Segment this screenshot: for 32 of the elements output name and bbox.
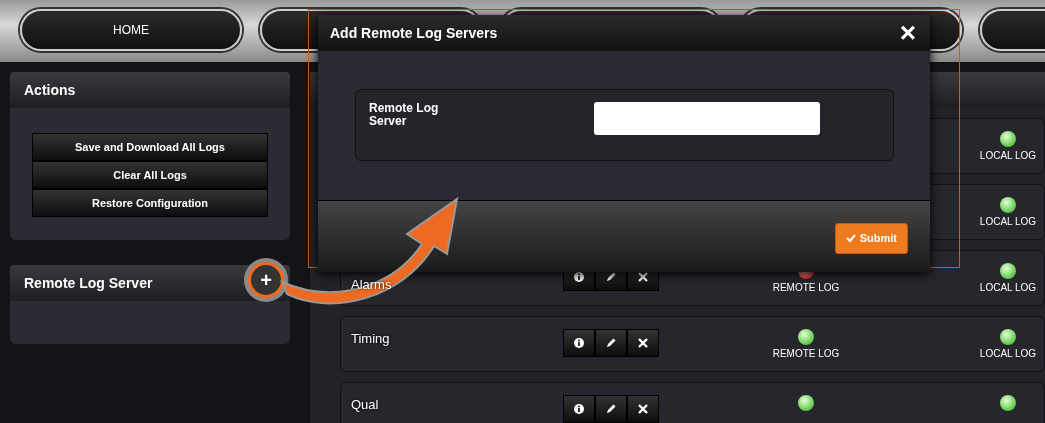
- row-name: Timing: [351, 330, 390, 348]
- close-icon: [637, 337, 649, 349]
- panel-header: Actions: [10, 72, 290, 108]
- modal-title: Add Remote Log Servers: [330, 23, 498, 43]
- action-button[interactable]: Restore Configuration: [32, 189, 268, 217]
- status-label: LOCAL LOG: [978, 215, 1038, 229]
- close-icon: [637, 403, 649, 415]
- row-info-button[interactable]: [563, 329, 595, 357]
- row-info-button[interactable]: [563, 395, 595, 423]
- row-delete-button[interactable]: [627, 329, 659, 357]
- field-label: Remote Log Server: [369, 102, 440, 129]
- text-field[interactable]: [594, 102, 820, 135]
- close-icon: [637, 271, 649, 283]
- info-icon: [573, 403, 585, 415]
- row-edit-button[interactable]: [595, 395, 627, 423]
- nav-tab[interactable]: HOME: [20, 9, 242, 51]
- status-label: LOCAL LOG: [978, 347, 1038, 361]
- pencil-icon: [605, 337, 617, 349]
- add-button[interactable]: +: [248, 262, 284, 298]
- status-label: LOCAL LOG: [978, 281, 1038, 295]
- action-button[interactable]: Clear All Logs: [32, 161, 268, 189]
- status-label: REMOTE LOG: [771, 281, 841, 295]
- row-delete-button[interactable]: [627, 395, 659, 423]
- info-icon: [573, 337, 585, 349]
- check-icon: [845, 233, 856, 244]
- status-label: REMOTE LOG: [771, 347, 841, 361]
- row-name: Qual: [351, 396, 379, 414]
- status-label: LOCAL LOG: [978, 149, 1038, 163]
- action-button[interactable]: Save and Download All Logs: [32, 133, 268, 161]
- row-edit-button[interactable]: [595, 329, 627, 357]
- close-button[interactable]: ×: [897, 19, 918, 47]
- pencil-icon: [605, 403, 617, 415]
